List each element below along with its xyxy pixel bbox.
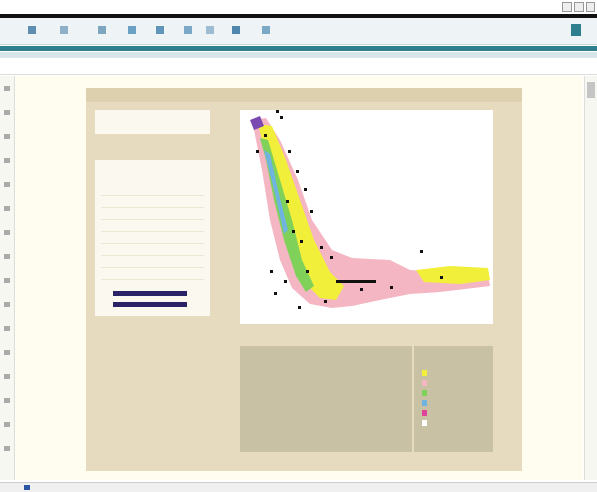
sidebar-icon[interactable] bbox=[4, 182, 10, 187]
refresh-icon[interactable] bbox=[128, 26, 136, 34]
sidebar-icon[interactable] bbox=[4, 230, 10, 235]
forward-icon[interactable] bbox=[60, 26, 68, 34]
range-slider[interactable] bbox=[113, 302, 187, 307]
map-view[interactable] bbox=[240, 110, 493, 324]
throbber-icon bbox=[571, 24, 581, 36]
sidebar-icon[interactable] bbox=[4, 326, 10, 331]
scrollbar-thumb[interactable] bbox=[587, 82, 595, 98]
vertical-scrollbar[interactable] bbox=[584, 76, 597, 480]
range-slider[interactable] bbox=[113, 291, 187, 296]
sidebar-icon[interactable] bbox=[4, 374, 10, 379]
panel-row[interactable] bbox=[101, 198, 204, 208]
search-icon[interactable] bbox=[184, 26, 192, 34]
toolbar-separator bbox=[0, 46, 597, 51]
status-icon bbox=[24, 485, 30, 490]
sidebar-icon[interactable] bbox=[4, 278, 10, 283]
key-swatch bbox=[422, 410, 427, 416]
links-bar bbox=[0, 52, 597, 58]
key-swatch bbox=[422, 390, 427, 396]
key-swatch bbox=[422, 420, 427, 426]
sidebar-icon[interactable] bbox=[4, 134, 10, 139]
sidebar-icon[interactable] bbox=[4, 422, 10, 427]
back-icon[interactable] bbox=[28, 26, 36, 34]
key-swatch bbox=[422, 400, 427, 406]
map-canvas[interactable] bbox=[240, 110, 493, 324]
favorites-icon[interactable] bbox=[206, 26, 214, 34]
sidebar-icon[interactable] bbox=[4, 350, 10, 355]
sidebar-icon[interactable] bbox=[4, 254, 10, 259]
minimize-icon[interactable] bbox=[562, 2, 572, 12]
app-header bbox=[86, 88, 522, 102]
map-region bbox=[250, 116, 490, 308]
panel-row[interactable] bbox=[101, 222, 204, 232]
map-key bbox=[414, 346, 493, 452]
panel-row[interactable] bbox=[101, 246, 204, 256]
explorer-sidebar bbox=[0, 76, 15, 480]
sidebar-icon[interactable] bbox=[4, 206, 10, 211]
query-panel bbox=[95, 160, 210, 316]
panel-row[interactable] bbox=[101, 270, 204, 280]
maximize-icon[interactable] bbox=[574, 2, 584, 12]
key-swatch bbox=[422, 380, 427, 386]
site-detail-panel bbox=[240, 346, 412, 452]
sidebar-icon[interactable] bbox=[4, 86, 10, 91]
sidebar-icon[interactable] bbox=[4, 302, 10, 307]
stop-icon[interactable] bbox=[98, 26, 106, 34]
mail-icon[interactable] bbox=[262, 26, 270, 34]
address-bar[interactable] bbox=[0, 60, 597, 75]
panel-row[interactable] bbox=[101, 186, 204, 196]
panel-row[interactable] bbox=[101, 234, 204, 244]
close-icon[interactable] bbox=[586, 2, 595, 12]
panel-row[interactable] bbox=[101, 258, 204, 268]
sidebar-icon[interactable] bbox=[4, 446, 10, 451]
key-swatch bbox=[422, 370, 427, 376]
history-icon[interactable] bbox=[232, 26, 240, 34]
home-icon[interactable] bbox=[156, 26, 164, 34]
title-bar bbox=[0, 0, 597, 18]
legend-box bbox=[95, 110, 210, 134]
panel-row[interactable] bbox=[101, 210, 204, 220]
sidebar-icon[interactable] bbox=[4, 398, 10, 403]
map-info-bar bbox=[240, 326, 493, 335]
browser-toolbar bbox=[0, 18, 597, 45]
sidebar-icon[interactable] bbox=[4, 110, 10, 115]
sidebar-icon[interactable] bbox=[4, 158, 10, 163]
